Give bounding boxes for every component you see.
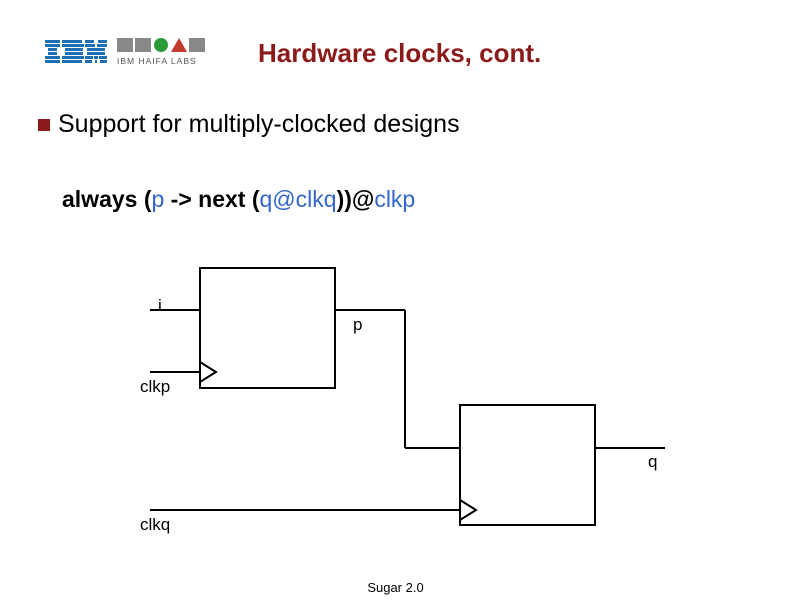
label-q: q <box>648 452 657 472</box>
slide-footer: Sugar 2.0 <box>0 580 791 595</box>
label-clkp: clkp <box>140 377 170 397</box>
flipflop-q-box <box>460 405 595 525</box>
label-p: p <box>353 315 362 335</box>
flipflop-p-box <box>200 268 335 388</box>
block-diagram <box>0 0 791 609</box>
label-clkq: clkq <box>140 515 170 535</box>
clock-notch-q <box>460 500 476 520</box>
clock-notch-p <box>200 362 216 382</box>
label-i: i <box>158 296 162 316</box>
